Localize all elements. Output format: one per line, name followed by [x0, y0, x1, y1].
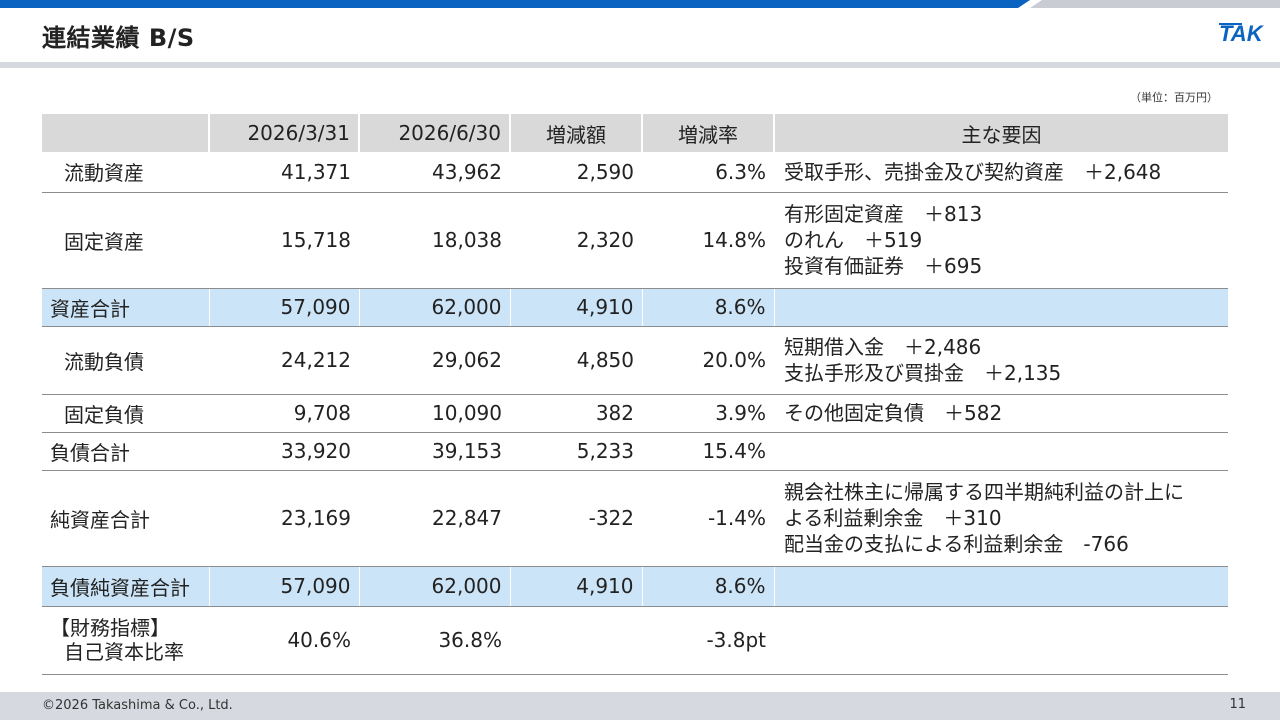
value-rate: -1.4% [642, 470, 774, 567]
table-row: 【財務指標】 自己資本比率 40.6% 36.8% -3.8pt [42, 606, 1228, 675]
value-diff: 2,590 [510, 152, 642, 193]
value-rate: 8.6% [642, 288, 775, 327]
factor-line: 投資有価証券 ＋695 [784, 254, 983, 278]
value-diff: 5,233 [510, 432, 642, 471]
value-date2: 22,847 [359, 470, 510, 567]
factor-line: 親会社株主に帰属する四半期純利益の計上に [784, 480, 1184, 504]
table-row: 純資産合計 23,169 22,847 -322 -1.4% 親会社株主に帰属す… [42, 470, 1228, 567]
value-rate: -3.8pt [642, 606, 774, 675]
factor-line: 配当金の支払による利益剰余金 -766 [784, 532, 1129, 556]
top-accent-bar-blue [0, 0, 1030, 8]
value-rate: 8.6% [642, 566, 775, 607]
table-row: 負債合計 33,920 39,153 5,233 15.4% [42, 432, 1228, 471]
value-date2: 36.8% [359, 606, 510, 675]
value-date1: 57,090 [209, 288, 360, 327]
footer-bar: ©2026 Takashima & Co., Ltd. 11 [0, 692, 1280, 720]
row-label: 流動負債 [42, 326, 209, 395]
column-header-rate: 増減率 [642, 114, 775, 152]
top-accent-bar [0, 0, 1280, 8]
column-header-factors: 主な要因 [774, 114, 1228, 152]
value-date1: 33,920 [209, 432, 359, 471]
value-diff [510, 606, 642, 675]
value-diff: 4,850 [510, 326, 642, 395]
value-date2: 62,000 [359, 566, 511, 607]
value-rate: 3.9% [642, 394, 774, 433]
factors-cell: 親会社株主に帰属する四半期純利益の計上に よる利益剰余金 ＋310 配当金の支払… [774, 470, 1228, 567]
value-date1: 24,212 [209, 326, 359, 395]
row-label: 【財務指標】 自己資本比率 [42, 606, 209, 675]
value-rate: 15.4% [642, 432, 774, 471]
row-label: 負債合計 [42, 432, 209, 471]
factors-cell [774, 566, 1228, 607]
top-accent-bar-grey [1030, 0, 1280, 8]
page-number: 11 [1229, 697, 1246, 712]
row-label: 純資産合計 [42, 470, 209, 567]
header-divider [0, 62, 1280, 68]
value-date1: 23,169 [209, 470, 359, 567]
value-diff: 382 [510, 394, 642, 433]
table-row: 固定資産 15,718 18,038 2,320 14.8% 有形固定資産 ＋8… [42, 192, 1228, 289]
table-row-total: 負債純資産合計 57,090 62,000 4,910 8.6% [42, 566, 1228, 607]
balance-sheet-table: 2026/3/31 2026/6/30 増減額 増減率 主な要因 流動資産 41… [42, 114, 1228, 675]
table-header-row: 2026/3/31 2026/6/30 増減額 増減率 主な要因 [42, 114, 1228, 152]
factors-cell [774, 288, 1228, 327]
value-date1: 41,371 [209, 152, 359, 193]
factor-line: その他固定負債 ＋582 [784, 401, 1003, 425]
row-label: 固定負債 [42, 394, 209, 433]
factors-cell: その他固定負債 ＋582 [774, 394, 1228, 433]
row-label: 固定資産 [42, 192, 209, 289]
row-label: 流動資産 [42, 152, 209, 193]
value-date2: 10,090 [359, 394, 510, 433]
table-row-total: 資産合計 57,090 62,000 4,910 8.6% [42, 288, 1228, 327]
factor-line: 受取手形、売掛金及び契約資産 ＋2,648 [784, 159, 1162, 184]
factors-cell: 有形固定資産 ＋813 のれん ＋519 投資有価証券 ＋695 [774, 192, 1228, 289]
page-title: 連結業績 B/S [42, 24, 195, 52]
row-label-metric: 自己資本比率 [64, 640, 184, 664]
copyright-text: ©2026 Takashima & Co., Ltd. [42, 698, 233, 713]
column-header-date2: 2026/6/30 [359, 114, 511, 152]
factor-line: 有形固定資産 ＋813 [784, 202, 983, 226]
value-rate: 20.0% [642, 326, 774, 395]
value-date2: 43,962 [359, 152, 510, 193]
column-header-diff: 増減額 [510, 114, 643, 152]
value-date1: 57,090 [209, 566, 360, 607]
factor-line: のれん ＋519 [784, 228, 923, 252]
factor-line: よる利益剰余金 ＋310 [784, 506, 1002, 530]
value-diff: -322 [510, 470, 642, 567]
table-row: 固定負債 9,708 10,090 382 3.9% その他固定負債 ＋582 [42, 394, 1228, 433]
factors-cell [774, 432, 1228, 471]
value-diff: 2,320 [510, 192, 642, 289]
value-rate: 6.3% [642, 152, 774, 193]
factors-cell [774, 606, 1228, 675]
column-header-item [42, 114, 210, 152]
factor-line: 短期借入金 ＋2,486 [784, 335, 982, 359]
value-date2: 62,000 [359, 288, 511, 327]
value-date2: 39,153 [359, 432, 510, 471]
column-header-date1: 2026/3/31 [209, 114, 360, 152]
value-diff: 4,910 [510, 288, 643, 327]
company-logo: TAK [1218, 20, 1268, 46]
table-row: 流動負債 24,212 29,062 4,850 20.0% 短期借入金 ＋2,… [42, 326, 1228, 395]
factors-cell: 短期借入金 ＋2,486 支払手形及び買掛金 ＋2,135 [774, 326, 1228, 395]
value-diff: 4,910 [510, 566, 643, 607]
row-label: 資産合計 [42, 288, 210, 327]
row-label-group: 【財務指標】 [50, 616, 170, 640]
value-date2: 29,062 [359, 326, 510, 395]
factors-cell: 受取手形、売掛金及び契約資産 ＋2,648 [774, 152, 1228, 193]
factor-line: 支払手形及び買掛金 ＋2,135 [784, 361, 1062, 385]
value-date1: 15,718 [209, 192, 359, 289]
value-date2: 18,038 [359, 192, 510, 289]
unit-note: （単位：百万円） [1130, 91, 1218, 104]
row-label: 負債純資産合計 [42, 566, 210, 607]
value-rate: 14.8% [642, 192, 774, 289]
table-row: 流動資産 41,371 43,962 2,590 6.3% 受取手形、売掛金及び… [42, 152, 1228, 193]
value-date1: 40.6% [209, 606, 359, 675]
value-date1: 9,708 [209, 394, 359, 433]
